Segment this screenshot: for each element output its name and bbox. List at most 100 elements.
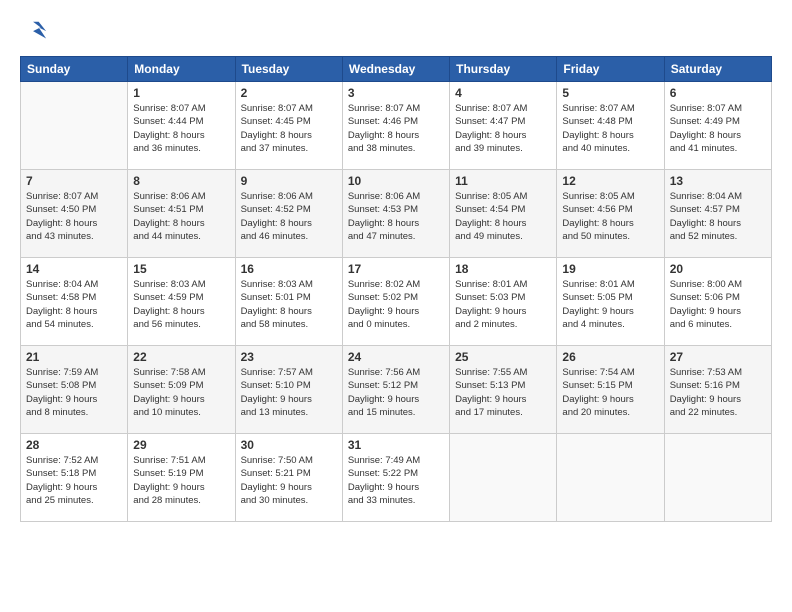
day-number: 7: [26, 174, 122, 188]
day-info: Sunrise: 8:07 AM Sunset: 4:47 PM Dayligh…: [455, 102, 551, 155]
col-header-saturday: Saturday: [664, 57, 771, 82]
day-number: 8: [133, 174, 229, 188]
day-number: 16: [241, 262, 337, 276]
day-info: Sunrise: 8:05 AM Sunset: 4:56 PM Dayligh…: [562, 190, 658, 243]
day-cell: 6 Sunrise: 8:07 AM Sunset: 4:49 PM Daylig…: [664, 82, 771, 170]
logo: [20, 18, 52, 46]
day-info: Sunrise: 8:02 AM Sunset: 5:02 PM Dayligh…: [348, 278, 444, 331]
day-number: 15: [133, 262, 229, 276]
day-number: 4: [455, 86, 551, 100]
day-cell: 29 Sunrise: 7:51 AM Sunset: 5:19 PM Dayli…: [128, 434, 235, 522]
day-info: Sunrise: 8:07 AM Sunset: 4:48 PM Dayligh…: [562, 102, 658, 155]
day-cell: 28Sunrise: 7:52 AM Sunset: 5:18 PM Dayli…: [21, 434, 128, 522]
day-info: Sunrise: 8:06 AM Sunset: 4:51 PM Dayligh…: [133, 190, 229, 243]
col-header-tuesday: Tuesday: [235, 57, 342, 82]
day-cell: 9Sunrise: 8:06 AM Sunset: 4:52 PM Daylig…: [235, 170, 342, 258]
day-info: Sunrise: 7:54 AM Sunset: 5:15 PM Dayligh…: [562, 366, 658, 419]
day-number: 18: [455, 262, 551, 276]
day-cell: 18 Sunrise: 8:01 AM Sunset: 5:03 PM Dayli…: [450, 258, 557, 346]
day-cell: 22 Sunrise: 7:58 AM Sunset: 5:09 PM Dayli…: [128, 346, 235, 434]
day-cell: 4 Sunrise: 8:07 AM Sunset: 4:47 PM Daylig…: [450, 82, 557, 170]
day-cell: 21Sunrise: 7:59 AM Sunset: 5:08 PM Dayli…: [21, 346, 128, 434]
day-cell: 12 Sunrise: 8:05 AM Sunset: 4:56 PM Dayli…: [557, 170, 664, 258]
day-cell: 5Sunrise: 8:07 AM Sunset: 4:48 PM Daylig…: [557, 82, 664, 170]
day-number: 27: [670, 350, 766, 364]
day-info: Sunrise: 8:07 AM Sunset: 4:46 PM Dayligh…: [348, 102, 444, 155]
col-header-wednesday: Wednesday: [342, 57, 449, 82]
day-info: Sunrise: 8:00 AM Sunset: 5:06 PM Dayligh…: [670, 278, 766, 331]
day-info: Sunrise: 7:50 AM Sunset: 5:21 PM Dayligh…: [241, 454, 337, 507]
day-number: 22: [133, 350, 229, 364]
week-row-3: 14Sunrise: 8:04 AM Sunset: 4:58 PM Dayli…: [21, 258, 772, 346]
day-cell: [664, 434, 771, 522]
day-info: Sunrise: 7:49 AM Sunset: 5:22 PM Dayligh…: [348, 454, 444, 507]
day-cell: 11 Sunrise: 8:05 AM Sunset: 4:54 PM Dayli…: [450, 170, 557, 258]
day-cell: [557, 434, 664, 522]
day-cell: [450, 434, 557, 522]
day-info: Sunrise: 7:58 AM Sunset: 5:09 PM Dayligh…: [133, 366, 229, 419]
day-number: 11: [455, 174, 551, 188]
day-info: Sunrise: 8:01 AM Sunset: 5:05 PM Dayligh…: [562, 278, 658, 331]
day-cell: 31Sunrise: 7:49 AM Sunset: 5:22 PM Dayli…: [342, 434, 449, 522]
calendar-table: SundayMondayTuesdayWednesdayThursdayFrid…: [20, 56, 772, 522]
day-number: 29: [133, 438, 229, 452]
day-cell: 15 Sunrise: 8:03 AM Sunset: 4:59 PM Dayli…: [128, 258, 235, 346]
col-header-sunday: Sunday: [21, 57, 128, 82]
page: SundayMondayTuesdayWednesdayThursdayFrid…: [0, 0, 792, 612]
day-number: 19: [562, 262, 658, 276]
day-number: 10: [348, 174, 444, 188]
header-row: SundayMondayTuesdayWednesdayThursdayFrid…: [21, 57, 772, 82]
day-cell: 26 Sunrise: 7:54 AM Sunset: 5:15 PM Dayli…: [557, 346, 664, 434]
day-number: 28: [26, 438, 122, 452]
week-row-4: 21Sunrise: 7:59 AM Sunset: 5:08 PM Dayli…: [21, 346, 772, 434]
day-cell: 16 Sunrise: 8:03 AM Sunset: 5:01 PM Dayli…: [235, 258, 342, 346]
day-info: Sunrise: 8:03 AM Sunset: 5:01 PM Dayligh…: [241, 278, 337, 331]
day-cell: [21, 82, 128, 170]
day-info: Sunrise: 7:59 AM Sunset: 5:08 PM Dayligh…: [26, 366, 122, 419]
week-row-2: 7 Sunrise: 8:07 AM Sunset: 4:50 PM Daylig…: [21, 170, 772, 258]
day-number: 6: [670, 86, 766, 100]
day-cell: 7 Sunrise: 8:07 AM Sunset: 4:50 PM Daylig…: [21, 170, 128, 258]
day-cell: 8 Sunrise: 8:06 AM Sunset: 4:51 PM Daylig…: [128, 170, 235, 258]
col-header-thursday: Thursday: [450, 57, 557, 82]
day-cell: 2Sunrise: 8:07 AM Sunset: 4:45 PM Daylig…: [235, 82, 342, 170]
day-number: 12: [562, 174, 658, 188]
day-cell: 14Sunrise: 8:04 AM Sunset: 4:58 PM Dayli…: [21, 258, 128, 346]
col-header-monday: Monday: [128, 57, 235, 82]
day-info: Sunrise: 8:07 AM Sunset: 4:45 PM Dayligh…: [241, 102, 337, 155]
day-info: Sunrise: 7:51 AM Sunset: 5:19 PM Dayligh…: [133, 454, 229, 507]
day-cell: 1 Sunrise: 8:07 AM Sunset: 4:44 PM Daylig…: [128, 82, 235, 170]
day-cell: 20 Sunrise: 8:00 AM Sunset: 5:06 PM Dayli…: [664, 258, 771, 346]
day-cell: 3 Sunrise: 8:07 AM Sunset: 4:46 PM Daylig…: [342, 82, 449, 170]
week-row-1: 1 Sunrise: 8:07 AM Sunset: 4:44 PM Daylig…: [21, 82, 772, 170]
day-number: 1: [133, 86, 229, 100]
day-number: 20: [670, 262, 766, 276]
day-number: 24: [348, 350, 444, 364]
day-cell: 10 Sunrise: 8:06 AM Sunset: 4:53 PM Dayli…: [342, 170, 449, 258]
day-info: Sunrise: 8:07 AM Sunset: 4:50 PM Dayligh…: [26, 190, 122, 243]
day-info: Sunrise: 7:53 AM Sunset: 5:16 PM Dayligh…: [670, 366, 766, 419]
header: [20, 18, 772, 46]
day-info: Sunrise: 8:05 AM Sunset: 4:54 PM Dayligh…: [455, 190, 551, 243]
day-info: Sunrise: 8:07 AM Sunset: 4:49 PM Dayligh…: [670, 102, 766, 155]
day-info: Sunrise: 8:06 AM Sunset: 4:52 PM Dayligh…: [241, 190, 337, 243]
day-info: Sunrise: 7:56 AM Sunset: 5:12 PM Dayligh…: [348, 366, 444, 419]
day-number: 17: [348, 262, 444, 276]
day-cell: 13Sunrise: 8:04 AM Sunset: 4:57 PM Dayli…: [664, 170, 771, 258]
day-cell: 27 Sunrise: 7:53 AM Sunset: 5:16 PM Dayli…: [664, 346, 771, 434]
day-number: 13: [670, 174, 766, 188]
day-info: Sunrise: 8:03 AM Sunset: 4:59 PM Dayligh…: [133, 278, 229, 331]
day-cell: 19 Sunrise: 8:01 AM Sunset: 5:05 PM Dayli…: [557, 258, 664, 346]
week-row-5: 28Sunrise: 7:52 AM Sunset: 5:18 PM Dayli…: [21, 434, 772, 522]
logo-icon: [20, 18, 48, 46]
day-cell: 23Sunrise: 7:57 AM Sunset: 5:10 PM Dayli…: [235, 346, 342, 434]
day-cell: 30Sunrise: 7:50 AM Sunset: 5:21 PM Dayli…: [235, 434, 342, 522]
day-info: Sunrise: 8:01 AM Sunset: 5:03 PM Dayligh…: [455, 278, 551, 331]
day-info: Sunrise: 8:06 AM Sunset: 4:53 PM Dayligh…: [348, 190, 444, 243]
day-info: Sunrise: 8:07 AM Sunset: 4:44 PM Dayligh…: [133, 102, 229, 155]
day-cell: 25 Sunrise: 7:55 AM Sunset: 5:13 PM Dayli…: [450, 346, 557, 434]
day-info: Sunrise: 7:55 AM Sunset: 5:13 PM Dayligh…: [455, 366, 551, 419]
day-number: 3: [348, 86, 444, 100]
day-number: 26: [562, 350, 658, 364]
day-number: 25: [455, 350, 551, 364]
